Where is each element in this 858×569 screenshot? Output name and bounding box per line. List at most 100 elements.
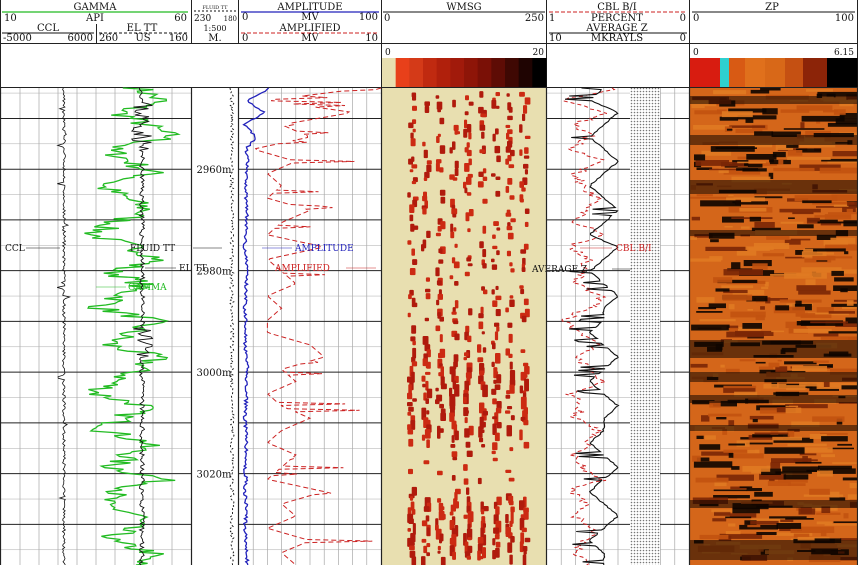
wmsg-waveform-mark bbox=[454, 430, 459, 441]
zp-scale-swatch bbox=[785, 58, 804, 87]
zp-texture-mark bbox=[770, 274, 810, 276]
zp-texture-mark bbox=[842, 477, 857, 481]
wmsg-waveform-mark bbox=[507, 545, 512, 549]
cbl-max: 0 bbox=[680, 13, 686, 24]
wmsg-waveform-mark bbox=[491, 388, 497, 395]
wmsg-waveform-mark bbox=[468, 101, 474, 106]
wmsg-waveform-mark bbox=[520, 349, 526, 353]
zp-texture-mark bbox=[692, 455, 701, 462]
wmsg-waveform-mark bbox=[480, 113, 487, 118]
wmsg-waveform-mark bbox=[482, 410, 488, 416]
wmsg-waveform-mark bbox=[437, 498, 442, 503]
wmsg-waveform-mark bbox=[463, 128, 468, 138]
wmsg-waveform-mark bbox=[408, 438, 414, 447]
depth-tick-label: 3000m bbox=[197, 368, 232, 379]
wmsg-waveform-mark bbox=[450, 444, 456, 448]
wmsg-waveform-mark bbox=[411, 180, 417, 185]
zp-texture-mark bbox=[762, 108, 778, 115]
zp-texture-mark bbox=[690, 363, 708, 368]
wmsg-waveform-mark bbox=[464, 271, 470, 277]
wmsg-waveform-mark bbox=[437, 109, 441, 113]
wmsg-waveform-mark bbox=[408, 294, 412, 300]
wmsg-waveform-mark bbox=[408, 518, 414, 524]
wmsg-waveform-mark bbox=[424, 317, 429, 322]
wmsg-waveform-mark bbox=[482, 263, 487, 269]
zp-texture-mark bbox=[785, 256, 805, 259]
cement-bond-log-chart: GAMMA 10 API 60 CCL -5000 6000 EL TT 260… bbox=[0, 0, 858, 567]
wmsg-waveform-mark bbox=[463, 181, 467, 189]
depth-tick-label: 3020m bbox=[197, 470, 232, 481]
fluid-tt-title: FLUID TT bbox=[202, 5, 228, 11]
wmsg-waveform-mark bbox=[491, 258, 495, 263]
wmsg-waveform-mark bbox=[407, 411, 412, 416]
zp-texture-mark bbox=[760, 88, 781, 91]
wmsg-waveform-mark bbox=[435, 399, 440, 405]
wmsg-waveform-mark bbox=[449, 511, 454, 516]
zp-texture-mark bbox=[731, 262, 741, 269]
wmsg-waveform-mark bbox=[435, 325, 441, 332]
wmsg-waveform-mark bbox=[508, 477, 515, 482]
wmsg-waveform-mark bbox=[437, 545, 441, 551]
wmsg-waveform-mark bbox=[492, 133, 496, 142]
zp-texture-mark bbox=[696, 311, 723, 313]
el-tt-label: EL TT bbox=[179, 264, 207, 274]
zp-texture-mark bbox=[792, 212, 814, 215]
wmsg-waveform-mark bbox=[409, 545, 415, 551]
wmsg-waveform-mark bbox=[523, 105, 528, 114]
zp-texture-mark bbox=[754, 222, 775, 228]
gamma-title: GAMMA bbox=[74, 2, 118, 13]
wmsg-waveform-mark bbox=[407, 528, 411, 532]
wmsg-waveform-mark bbox=[505, 410, 511, 414]
zp-texture-mark bbox=[708, 413, 742, 417]
wmsg-waveform-mark bbox=[466, 555, 471, 560]
zp-texture-mark bbox=[833, 521, 857, 523]
zp-texture-mark bbox=[741, 226, 750, 229]
wmsg-waveform-mark bbox=[519, 91, 525, 97]
wmsg-waveform-mark bbox=[495, 128, 499, 135]
zp-texture-mark bbox=[820, 336, 857, 340]
wmsg-waveform-mark bbox=[440, 506, 445, 511]
zp-dark-band bbox=[690, 500, 857, 508]
wmsg-waveform-mark bbox=[482, 523, 486, 528]
zp-texture-mark bbox=[760, 306, 765, 310]
wmsg-waveform-mark bbox=[479, 124, 486, 131]
wmsg-waveform-mark bbox=[454, 160, 459, 169]
zp-texture-mark bbox=[849, 483, 857, 489]
zp-dark-band bbox=[690, 180, 857, 194]
wmsg-waveform-mark bbox=[508, 333, 513, 343]
zp-texture-mark bbox=[783, 128, 825, 130]
wmsg-waveform-mark bbox=[426, 164, 432, 173]
wmsg-waveform-mark bbox=[522, 546, 528, 552]
wmsg-waveform-mark bbox=[411, 302, 418, 308]
wmsg-waveform-mark bbox=[507, 232, 514, 240]
wmsg-waveform-mark bbox=[409, 204, 415, 213]
wmsg-waveform-mark bbox=[435, 232, 441, 237]
zp-texture-mark bbox=[756, 532, 777, 535]
wmsg-waveform-mark bbox=[411, 361, 418, 367]
wmsg-waveform-mark bbox=[510, 415, 515, 421]
wmsg-waveform-mark bbox=[422, 336, 429, 345]
wmsg-waveform-mark bbox=[519, 285, 524, 289]
wmsg-waveform-mark bbox=[509, 361, 513, 370]
wmsg-waveform-mark bbox=[451, 475, 456, 481]
wmsg-waveform-mark bbox=[510, 218, 516, 223]
wmsg-waveform-mark bbox=[522, 554, 527, 566]
zp-texture-mark bbox=[749, 216, 761, 222]
wmsg-waveform-mark bbox=[479, 149, 485, 154]
wmsg-waveform-mark bbox=[482, 176, 488, 181]
zp-texture-mark bbox=[754, 432, 789, 435]
wmsg-waveform-mark bbox=[435, 267, 440, 277]
wmsg-waveform-mark bbox=[410, 138, 416, 147]
wmsg-waveform-mark bbox=[468, 132, 472, 140]
wmsg-waveform-mark bbox=[508, 106, 513, 113]
wmsg-waveform-mark bbox=[491, 361, 495, 367]
wmsg-waveform-mark bbox=[505, 307, 509, 313]
zp-texture-mark bbox=[799, 382, 823, 387]
wmsg-scale-swatch bbox=[409, 58, 424, 87]
wmsg-waveform-mark bbox=[463, 478, 469, 485]
wmsg-waveform-mark bbox=[450, 231, 455, 239]
wmsg-waveform-mark bbox=[523, 298, 529, 306]
wmsg-waveform-mark bbox=[439, 117, 445, 125]
zp-texture-mark bbox=[777, 359, 782, 362]
wmsg-waveform-mark bbox=[412, 105, 417, 111]
